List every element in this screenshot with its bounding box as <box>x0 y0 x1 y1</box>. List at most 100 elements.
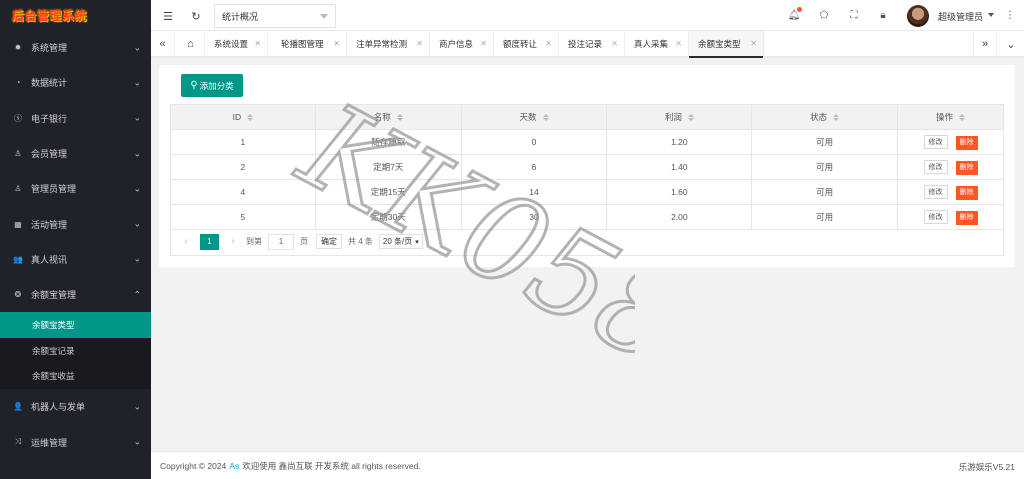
sidebar-item-activities[interactable]: ▦ 活动管理 ⌄ <box>0 206 151 241</box>
page-number-current[interactable]: 1 <box>200 233 219 250</box>
sidebar-item-ops[interactable]: ⤨ 运维管理 ⌄ <box>0 424 151 459</box>
copyright-prefix: Copyright © 2024 <box>160 460 227 471</box>
goto-confirm-button[interactable]: 确定 <box>316 234 342 249</box>
tab-scroll-right-icon[interactable]: » <box>973 31 997 57</box>
dollar-circle-icon: ⓢ <box>14 113 22 123</box>
tab-label: 商户信息 <box>439 39 474 49</box>
table-row: 5 定期30天 30 2.00 可用 修改 删除 <box>170 204 1004 230</box>
chevron-down-icon: ⌄ <box>133 183 141 194</box>
close-icon[interactable]: ✕ <box>254 39 261 48</box>
sidebar-item-bank[interactable]: ⓢ 电子银行 ⌄ <box>0 101 151 136</box>
submenu-item-yuebao-records[interactable]: 余额宝记录 <box>0 338 151 364</box>
sidebar-item-live[interactable]: 👥 真人视讯 ⌄ <box>0 242 151 277</box>
close-icon[interactable]: ✕ <box>611 39 618 48</box>
page-size-select[interactable]: 20 条/页 ▾ <box>378 234 423 249</box>
sidebar-item-system[interactable]: ✹ 系统管理 ⌄ <box>0 30 151 65</box>
users-icon: 👥 <box>13 254 23 264</box>
help-circle-icon: ❂ <box>14 290 22 300</box>
top-header: ☰ ↻ 统计概况 🔔︎ ⬠ ⛶ 🔒︎ 超级管理员 ⋮ <box>151 0 1024 31</box>
cell-status: 可用 <box>751 129 899 155</box>
tab-carousel[interactable]: 轮播图管理 ✕ <box>272 31 347 57</box>
sort-icon[interactable] <box>396 114 403 122</box>
chevron-down-icon: ▾ <box>415 238 419 246</box>
sidebar-menu-lower: 👤 机器人与发单 ⌄ ⤨ 运维管理 ⌄ <box>0 389 151 460</box>
home-icon[interactable]: ⌂ <box>177 31 205 57</box>
close-icon[interactable]: ✕ <box>545 39 552 48</box>
prev-page-icon[interactable]: ‹ <box>179 236 193 247</box>
delete-button[interactable]: 删除 <box>955 135 978 150</box>
column-label: 名称 <box>373 112 391 122</box>
overview-select[interactable]: 统计概况 <box>214 4 336 28</box>
chevron-down-icon: ⌄ <box>133 253 141 264</box>
column-header-days[interactable]: 天数 <box>460 104 608 130</box>
delete-button[interactable]: 删除 <box>955 185 978 200</box>
sort-icon[interactable] <box>833 114 840 122</box>
edit-button[interactable]: 修改 <box>923 134 948 149</box>
sidebar-item-robot[interactable]: 👤 机器人与发单 ⌄ <box>0 389 151 424</box>
delete-button[interactable]: 删除 <box>955 210 978 225</box>
tag-icon[interactable]: ⬠ <box>817 8 831 22</box>
edit-button[interactable]: 修改 <box>923 209 948 224</box>
sidebar-item-admins[interactable]: ♙ 管理员管理 ⌄ <box>0 171 151 206</box>
close-icon[interactable]: ✕ <box>675 39 682 48</box>
add-category-button[interactable]: ⚲ 添加分类 <box>181 74 243 97</box>
more-vertical-icon[interactable]: ⋮ <box>1003 8 1017 22</box>
column-header-id[interactable]: ID <box>170 104 316 130</box>
close-icon[interactable]: ✕ <box>480 39 487 48</box>
sidebar-item-label: 系统管理 <box>31 43 68 54</box>
tab-merchant[interactable]: 商户信息 ✕ <box>430 31 494 57</box>
tab-quota-transfer[interactable]: 额度转让 ✕ <box>494 31 559 57</box>
goto-page-input[interactable]: 1 <box>268 233 294 250</box>
column-label: 天数 <box>519 112 537 122</box>
footer: Copyright © 2024 As 欢迎使用 鑫尚互联 开发系统 all r… <box>151 451 1024 479</box>
edit-button[interactable]: 修改 <box>923 159 948 174</box>
sidebar-item-stats[interactable]: ◔ 数据统计 ⌄ <box>0 65 151 100</box>
sort-icon[interactable] <box>247 114 254 122</box>
user-name[interactable]: 超级管理员 <box>938 10 983 23</box>
avatar[interactable] <box>907 5 929 27</box>
edit-button[interactable]: 修改 <box>923 184 948 199</box>
bell-icon[interactable]: 🔔︎ <box>787 7 802 22</box>
close-icon[interactable]: ✕ <box>750 39 757 48</box>
menu-toggle-icon[interactable]: ☰ <box>160 8 176 24</box>
logo[interactable]: 后台管理系统 <box>0 0 151 30</box>
cell-status: 可用 <box>751 204 899 230</box>
column-label: 利润 <box>664 112 682 122</box>
column-header-profit[interactable]: 利润 <box>606 104 753 130</box>
fullscreen-icon[interactable]: ⛶ <box>847 8 861 22</box>
tab-live-collect[interactable]: 真人采集 ✕ <box>625 31 689 57</box>
delete-button[interactable]: 删除 <box>955 160 978 175</box>
sort-icon[interactable] <box>959 114 966 122</box>
user-icon: 👤 <box>13 402 23 412</box>
column-header-status[interactable]: 状态 <box>751 104 899 130</box>
submenu-item-yuebao-type[interactable]: 余额宝类型 <box>0 312 151 338</box>
caret-down-icon[interactable] <box>988 13 994 17</box>
next-page-icon[interactable]: › <box>226 236 240 247</box>
tab-label: 注单异常检测 <box>356 39 408 49</box>
sidebar-item-yuebao[interactable]: ❂ 余额宝管理 ⌃ <box>0 277 151 312</box>
user-group-icon: ♙ <box>14 149 22 159</box>
tab-bet-records[interactable]: 投注记录 ✕ <box>559 31 625 57</box>
sidebar-item-members[interactable]: ♙ 会员管理 ⌄ <box>0 136 151 171</box>
tab-bar: « ⌂ 系统设置 ✕ 轮播图管理 ✕ 注单异常检测 ✕ 商户信息 ✕ 额度转让 ✕ 投注记… <box>151 31 1024 58</box>
column-header-name[interactable]: 名称 <box>314 104 462 130</box>
submenu-item-yuebao-income[interactable]: 余额宝收益 <box>0 364 151 390</box>
sort-icon[interactable] <box>687 114 694 122</box>
close-icon[interactable]: ✕ <box>333 39 340 48</box>
overview-select-value: 统计概况 <box>222 11 259 22</box>
tab-yuebao-type[interactable]: 余额宝类型 ✕ <box>689 31 764 58</box>
tab-bet-anomaly[interactable]: 注单异常检测 ✕ <box>347 31 430 57</box>
cell-actions: 修改 删除 <box>897 129 1004 155</box>
search-icon: ⚲ <box>190 80 198 91</box>
lock-icon[interactable]: 🔒︎ <box>876 8 890 22</box>
tab-system-settings[interactable]: 系统设置 ✕ <box>205 31 268 57</box>
tab-scroll-left-icon[interactable]: « <box>151 31 175 57</box>
cell-profit: 1.60 <box>606 179 753 205</box>
chevron-down-icon[interactable]: ⌄ <box>999 31 1023 57</box>
refresh-icon[interactable]: ↻ <box>188 8 204 24</box>
footer-link[interactable]: As <box>229 461 239 471</box>
sort-icon[interactable] <box>542 114 549 122</box>
close-icon[interactable]: ✕ <box>416 39 423 48</box>
cell-actions: 修改 删除 <box>897 204 1004 230</box>
cell-actions: 修改 删除 <box>897 154 1004 180</box>
